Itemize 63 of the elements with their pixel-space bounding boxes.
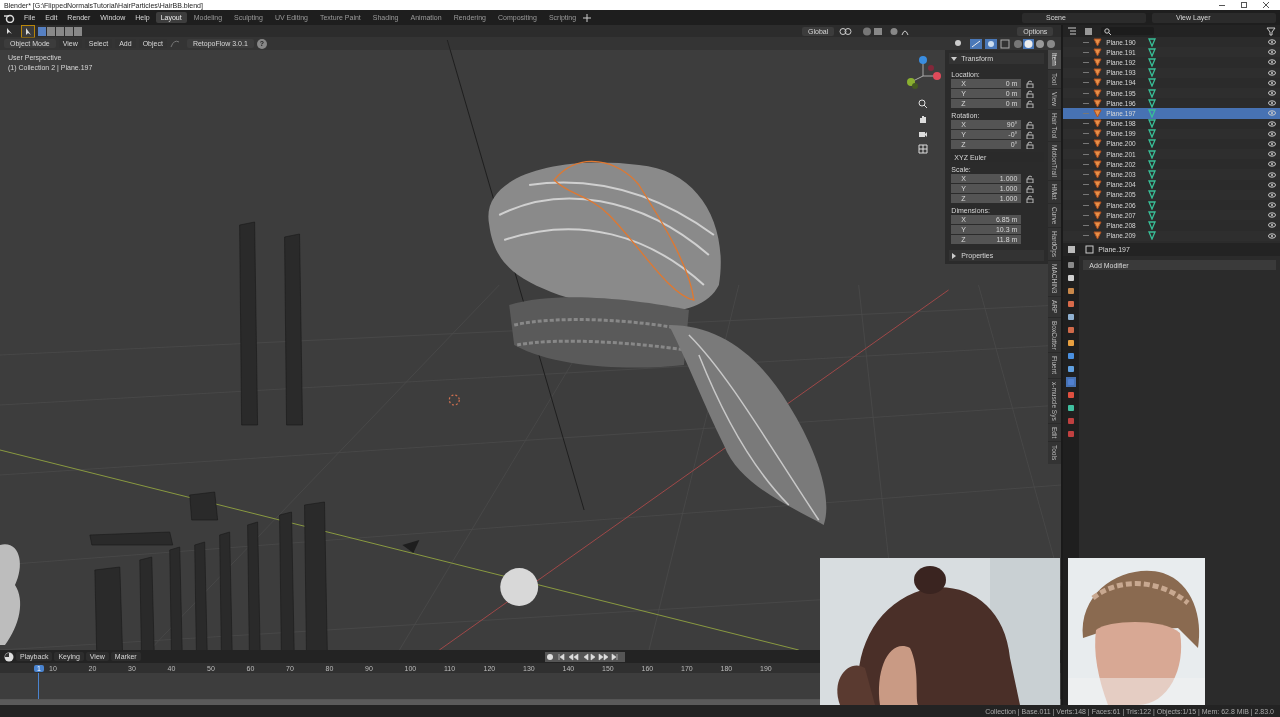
eye-icon[interactable]: [1268, 69, 1276, 76]
xray-icon[interactable]: [1000, 38, 1011, 49]
object-icon: [1085, 245, 1095, 254]
eye-icon[interactable]: [1268, 59, 1276, 66]
maximize-icon[interactable]: [1240, 1, 1248, 9]
eye-icon[interactable]: [1268, 181, 1276, 188]
search-icon: [1104, 27, 1112, 35]
eye-icon[interactable]: [1268, 191, 1276, 198]
overlay-toggle-icon[interactable]: [985, 38, 998, 49]
close-icon[interactable]: [1262, 1, 1270, 9]
eye-icon[interactable]: [1268, 120, 1276, 127]
lock-icon[interactable]: [1026, 174, 1035, 183]
eye-icon[interactable]: [1268, 79, 1276, 86]
eye-icon[interactable]: [1268, 222, 1276, 229]
lock-icon[interactable]: [1026, 89, 1035, 98]
funnel-icon[interactable]: [1266, 26, 1276, 36]
lock-icon[interactable]: [1026, 99, 1035, 108]
lock-icon[interactable]: [1026, 79, 1035, 88]
plus-icon[interactable]: [583, 13, 592, 22]
gizmo-toggle-icon[interactable]: [970, 38, 983, 49]
disclosure-icon: [951, 252, 958, 259]
search-field[interactable]: [1101, 27, 1155, 35]
playback-controls-icon[interactable]: [544, 651, 625, 662]
lock-icon[interactable]: [1026, 140, 1035, 149]
eye-icon[interactable]: [1268, 202, 1276, 209]
shading-mode-icon[interactable]: [1013, 38, 1058, 49]
properties-tab-icon[interactable]: [1066, 325, 1077, 335]
hand-icon[interactable]: [918, 114, 929, 124]
blender-logo-icon[interactable]: [4, 12, 15, 23]
eye-icon[interactable]: [1268, 140, 1276, 147]
eye-icon[interactable]: [1268, 161, 1276, 168]
lock-icon[interactable]: [1026, 184, 1035, 193]
properties-tab-icon[interactable]: [1066, 351, 1077, 361]
properties-tab-icon[interactable]: [1066, 364, 1077, 374]
selection-mode-icon[interactable]: [38, 26, 82, 36]
lock-icon[interactable]: [1026, 194, 1035, 203]
properties-tab-icon[interactable]: [1066, 338, 1077, 348]
disclosure-icon: [951, 55, 958, 62]
light-icon: [402, 540, 420, 553]
properties-tab-icon[interactable]: [1066, 299, 1077, 309]
select-tool-icon[interactable]: [22, 25, 34, 37]
eye-icon[interactable]: [1268, 100, 1276, 107]
eye-icon[interactable]: [1268, 212, 1276, 219]
properties-tab-icon[interactable]: [1066, 260, 1077, 270]
eye-icon[interactable]: [1268, 232, 1276, 239]
3d-cursor-icon: [448, 394, 460, 406]
camera-icon[interactable]: [918, 129, 929, 139]
grid-icon[interactable]: [918, 144, 929, 154]
zoom-icon[interactable]: [918, 99, 929, 109]
properties-tab-icon[interactable]: [1066, 312, 1077, 322]
eye-icon[interactable]: [1268, 49, 1276, 56]
eye-icon[interactable]: [1268, 151, 1276, 158]
properties-tab-icon[interactable]: [1066, 286, 1077, 296]
eye-icon[interactable]: [1268, 171, 1276, 178]
eye-icon[interactable]: [1268, 130, 1276, 137]
lock-icon[interactable]: [1026, 130, 1035, 139]
eye-icon[interactable]: [1268, 39, 1276, 46]
properties-tab-icon[interactable]: [1066, 273, 1077, 283]
clock-icon[interactable]: [4, 651, 14, 662]
lock-icon[interactable]: [1026, 120, 1035, 129]
sphere: [500, 568, 539, 606]
eye-icon[interactable]: [1268, 90, 1276, 97]
properties-tab-icon[interactable]: [1066, 403, 1077, 413]
